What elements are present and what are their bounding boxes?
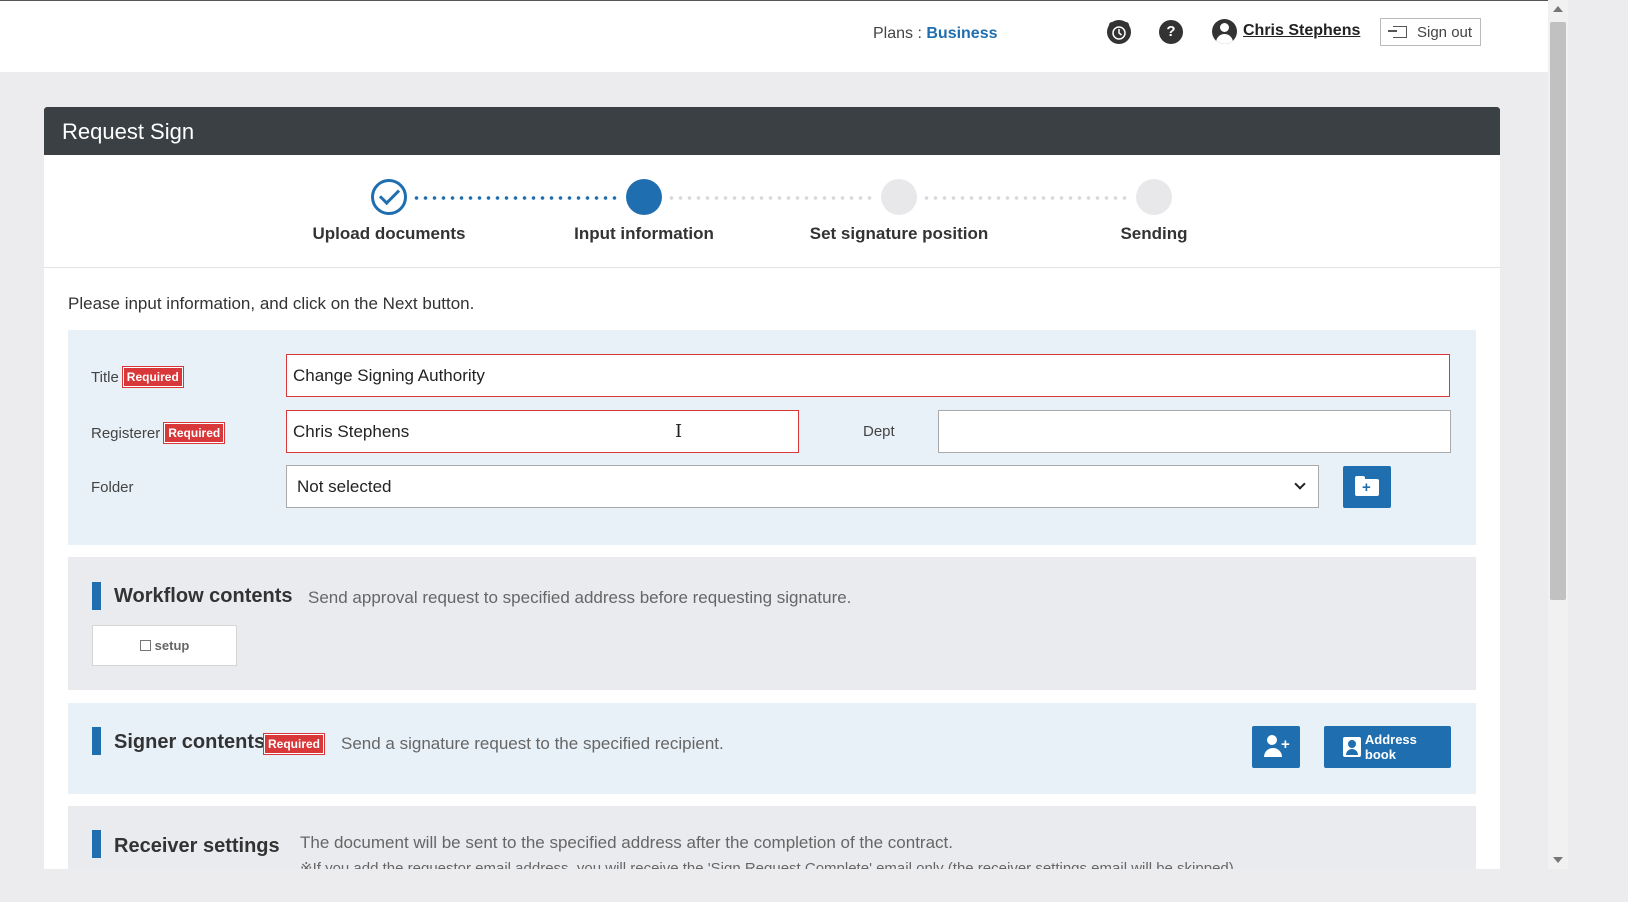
- receiver-section: Receiver settings The document will be s…: [68, 806, 1476, 869]
- workflow-setup-button[interactable]: setup: [92, 625, 237, 666]
- folder-label: Folder: [91, 479, 134, 496]
- page-scrollbar[interactable]: [1548, 0, 1568, 869]
- registerer-input[interactable]: Chris Stephens I: [286, 410, 799, 453]
- section-marker: [92, 727, 101, 755]
- workflow-description: Send approval request to specified addre…: [308, 588, 852, 607]
- address-book-icon: [1343, 737, 1361, 757]
- text-cursor-icon: I: [675, 421, 683, 442]
- plan-indicator: Plans : Business: [873, 25, 998, 43]
- sign-out-button[interactable]: Sign out: [1380, 18, 1481, 46]
- step-done-check-icon: [371, 179, 407, 215]
- title-label: Title Required: [91, 366, 184, 388]
- step-label-upload: Upload documents: [312, 224, 466, 243]
- workflow-title: Workflow contents: [114, 585, 293, 607]
- step-connector: [922, 196, 1131, 200]
- workflow-section: Workflow contents Send approval request …: [68, 557, 1476, 690]
- step-active-circle: [626, 179, 662, 215]
- title-label-text: Title: [91, 368, 119, 386]
- scroll-thumb[interactable]: [1550, 22, 1566, 600]
- required-badge: Required: [121, 366, 184, 388]
- sign-out-icon: [1388, 26, 1407, 38]
- plan-value[interactable]: Business: [926, 25, 997, 42]
- address-book-button[interactable]: Address book: [1324, 726, 1451, 768]
- checkbox-icon: [139, 640, 151, 651]
- help-icon[interactable]: ?: [1159, 20, 1183, 44]
- folder-plus-icon: +: [1355, 476, 1379, 496]
- dept-label: Dept: [863, 423, 895, 440]
- add-signer-button[interactable]: +: [1252, 726, 1300, 768]
- registerer-label: Registerer Required: [91, 422, 226, 444]
- user-name-link[interactable]: Chris Stephens: [1243, 22, 1360, 40]
- title-input[interactable]: Change Signing Authority: [286, 354, 1450, 397]
- user-avatar-icon[interactable]: [1212, 19, 1237, 44]
- receiver-note: ※If you add the requestor email address,…: [300, 860, 1238, 869]
- registerer-label-text: Registerer: [91, 424, 161, 442]
- step-connector: [667, 196, 876, 200]
- receiver-description: The document will be sent to the specifi…: [300, 833, 953, 852]
- receiver-title: Receiver settings: [114, 835, 280, 857]
- progress-stepper: Upload documents Input information Set s…: [44, 155, 1500, 268]
- required-badge: Required: [163, 422, 226, 444]
- top-bar: Plans : Business ? Chris Stephens Sign o…: [0, 0, 1548, 72]
- add-folder-button[interactable]: +: [1343, 466, 1391, 508]
- registerer-input-value: Chris Stephens: [293, 422, 410, 441]
- section-marker: [92, 582, 101, 610]
- signer-description: Send a signature request to the specifie…: [341, 734, 724, 753]
- scroll-up-arrow-icon[interactable]: [1553, 6, 1563, 12]
- request-sign-card: Request Sign Upload documents Input info…: [44, 107, 1500, 869]
- sign-out-label: Sign out: [1417, 23, 1473, 41]
- step-label-input: Input information: [574, 224, 714, 243]
- card-title: Request Sign: [44, 107, 1500, 155]
- instruction-text: Please input information, and click on t…: [68, 294, 475, 313]
- required-badge: Required: [262, 733, 326, 755]
- signer-title: Signer contents: [114, 731, 266, 753]
- setup-label: setup: [154, 638, 190, 653]
- chevron-down-icon: [1294, 478, 1306, 490]
- dept-input[interactable]: [938, 410, 1451, 453]
- folder-select[interactable]: Not selected: [286, 465, 1319, 508]
- step-label-signature-position: Set signature position: [809, 224, 989, 243]
- step-pending-circle: [881, 179, 917, 215]
- scroll-down-arrow-icon[interactable]: [1553, 857, 1563, 863]
- document-info-form: Title Required Change Signing Authority …: [68, 330, 1476, 545]
- section-marker: [92, 830, 101, 858]
- signer-section: Signer contents Required Send a signatur…: [68, 703, 1476, 794]
- step-connector: [412, 196, 621, 200]
- step-label-sending: Sending: [1120, 224, 1188, 243]
- alarm-clock-icon[interactable]: [1107, 20, 1131, 44]
- folder-select-value: Not selected: [297, 477, 392, 496]
- step-pending-circle: [1136, 179, 1172, 215]
- address-book-label: Address book: [1364, 732, 1417, 762]
- plans-label: Plans :: [873, 25, 927, 42]
